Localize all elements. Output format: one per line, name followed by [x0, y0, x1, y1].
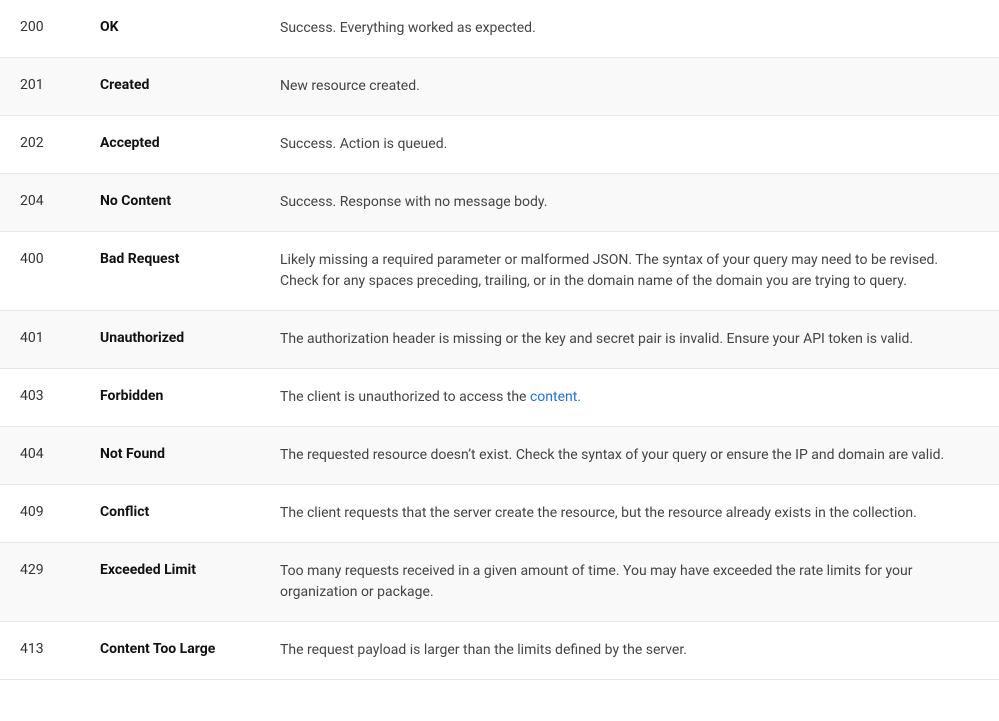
status-code: 404 — [20, 445, 100, 462]
table-row: 403ForbiddenThe client is unauthorized t… — [0, 369, 999, 427]
status-description: Success. Everything worked as expected. — [280, 18, 979, 39]
status-description: Likely missing a required parameter or m… — [280, 250, 979, 292]
table-row: 204No ContentSuccess. Response with no m… — [0, 174, 999, 232]
status-code: 409 — [20, 503, 100, 520]
status-code: 204 — [20, 192, 100, 209]
status-name: OK — [100, 18, 280, 35]
table-row: 413Content Too LargeThe request payload … — [0, 622, 999, 680]
status-name: Conflict — [100, 503, 280, 520]
status-code: 403 — [20, 387, 100, 404]
status-name: Not Found — [100, 445, 280, 462]
status-code: 202 — [20, 134, 100, 151]
status-code: 401 — [20, 329, 100, 346]
table-row: 202AcceptedSuccess. Action is queued. — [0, 116, 999, 174]
status-description: New resource created. — [280, 76, 979, 97]
status-description: The requested resource doesn’t exist. Ch… — [280, 445, 979, 466]
status-name: Bad Request — [100, 250, 280, 267]
status-name: Exceeded Limit — [100, 561, 280, 578]
table-row: 400Bad RequestLikely missing a required … — [0, 232, 999, 311]
status-description: The request payload is larger than the l… — [280, 640, 979, 661]
status-description: Success. Response with no message body. — [280, 192, 979, 213]
status-description: Success. Action is queued. — [280, 134, 979, 155]
status-code: 400 — [20, 250, 100, 267]
status-codes-table: 200OKSuccess. Everything worked as expec… — [0, 0, 999, 721]
table-row: 429Exceeded LimitToo many requests recei… — [0, 543, 999, 622]
status-code: 413 — [20, 640, 100, 657]
table-row: 409ConflictThe client requests that the … — [0, 485, 999, 543]
status-name: Forbidden — [100, 387, 280, 404]
table-row: 201CreatedNew resource created. — [0, 58, 999, 116]
status-code: 200 — [20, 18, 100, 35]
status-name: Content Too Large — [100, 640, 280, 657]
content-link[interactable]: content. — [530, 389, 581, 405]
status-code: 201 — [20, 76, 100, 93]
status-name: Created — [100, 76, 280, 93]
status-code: 429 — [20, 561, 100, 578]
table-row: 200OKSuccess. Everything worked as expec… — [0, 0, 999, 58]
status-name: No Content — [100, 192, 280, 209]
table-row: 401UnauthorizedThe authorization header … — [0, 311, 999, 369]
status-name: Accepted — [100, 134, 280, 151]
table-row: 404Not FoundThe requested resource doesn… — [0, 427, 999, 485]
status-name: Unauthorized — [100, 329, 280, 346]
status-description: The client requests that the server crea… — [280, 503, 979, 524]
status-description: The client is unauthorized to access the… — [280, 387, 979, 408]
status-description: Too many requests received in a given am… — [280, 561, 979, 603]
status-description: The authorization header is missing or t… — [280, 329, 979, 350]
